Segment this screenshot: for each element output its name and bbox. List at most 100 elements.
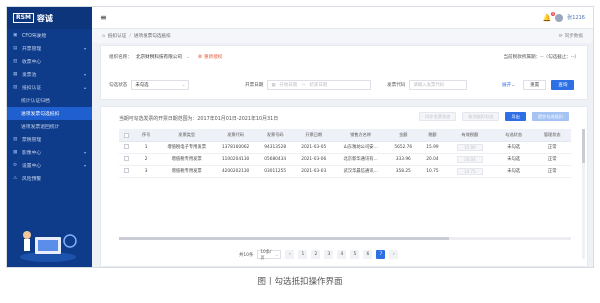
- cell-code: 4200202130: [214, 165, 257, 178]
- invoice-table: 序号 发票类型 发票代码 发票号码 开票日期 销售方名称 金额 税额 有效税额 …: [119, 129, 571, 178]
- row-checkbox[interactable]: [119, 141, 134, 154]
- cell-type: 增值税电子专用发票: [158, 141, 215, 154]
- sidebar-subitem-archive[interactable]: 统计认证归档: [7, 94, 92, 107]
- effective-tax-input[interactable]: 20.04: [456, 155, 483, 163]
- sync-data-label: 同步数据: [564, 34, 583, 39]
- code-filter: 发票代码 请输入发票代码: [387, 80, 468, 90]
- tax-icon: ▨: [13, 137, 18, 142]
- table-row[interactable]: 2 增值税专用发票 1100204130 05680434 2021-03-06…: [119, 153, 571, 166]
- logo-mark: RSM: [13, 13, 34, 23]
- certify-icon: ▧: [13, 85, 18, 90]
- cell-number: 03011255: [256, 165, 294, 178]
- invoice-code-input[interactable]: 请输入发票代码: [409, 80, 468, 90]
- column-header: 销售方名称: [333, 129, 388, 142]
- sync-status-button[interactable]: 同步发票状态: [419, 112, 457, 121]
- column-header: 有效税额: [445, 129, 494, 142]
- next-page-button[interactable]: ›: [389, 250, 399, 259]
- cell-select-status: 未勾选: [493, 153, 534, 166]
- checkbox[interactable]: [123, 144, 129, 149]
- effective-tax-input[interactable]: 10.75: [456, 167, 483, 175]
- cell-number: 05680434: [256, 153, 294, 166]
- cell-effective-tax[interactable]: 10.75: [445, 165, 494, 178]
- cell-number: 94313528: [256, 141, 294, 154]
- page-button[interactable]: 5: [350, 250, 360, 259]
- row-checkbox[interactable]: [119, 165, 134, 178]
- sidebar-item-cfo[interactable]: ▣ CFO驾驶舱: [7, 29, 92, 42]
- prev-page-button[interactable]: ‹: [285, 250, 295, 259]
- checkbox[interactable]: [123, 168, 129, 173]
- column-header: 发票代码: [214, 129, 257, 142]
- sidebar-item-label: 风险预警: [22, 177, 42, 182]
- org-select[interactable]: 北京财税科技有限公司 ⌄: [136, 54, 190, 60]
- home-icon[interactable]: ⌂: [102, 34, 105, 39]
- export-button[interactable]: 导出: [505, 112, 526, 121]
- sidebar-item-label: 收票中心: [22, 60, 42, 65]
- app-window: RSM 容诚 ▣ CFO驾驶舱 ▤ 开票管理 ▾ ▥ 收票中心 ▦ 发票池 ▾: [6, 6, 594, 268]
- scrollbar-thumb[interactable]: [582, 129, 585, 163]
- page-button[interactable]: 6: [363, 250, 373, 259]
- table-row[interactable]: 3 增值税专用发票 4200202130 03011255 2021-03-03…: [119, 165, 571, 178]
- avatar[interactable]: [555, 13, 564, 22]
- reauthorize-link[interactable]: ⊗ 重新授权: [198, 54, 223, 60]
- sidebar-item-label: 票税管理: [22, 138, 42, 143]
- sidebar: RSM 容诚 ▣ CFO驾驶舱 ▤ 开票管理 ▾ ▥ 收票中心 ▦ 发票池 ▾: [7, 7, 92, 267]
- topbar: ≡ 🔔 5 张1216: [92, 7, 593, 29]
- cell-select-status: 未勾选: [493, 141, 534, 154]
- user-name[interactable]: 张1216: [567, 14, 585, 21]
- cell-manage-status: 正常: [533, 153, 571, 166]
- checkbox[interactable]: [123, 132, 129, 138]
- sidebar-item-settings[interactable]: ⚙ 设置中心 ▾: [7, 159, 92, 172]
- date-range-input[interactable]: ▦ 开始日期 ～ 结束日期: [267, 80, 372, 90]
- cancel-deduction-button[interactable]: 取消抵扣勾选: [462, 112, 500, 121]
- sidebar-subitem-return-stats[interactable]: 进项发票退回统计: [7, 120, 92, 133]
- sidebar-item-receiving[interactable]: ▥ 收票中心: [7, 55, 92, 68]
- horizontal-scrollbar[interactable]: [119, 237, 571, 240]
- chevron-down-icon: ⌄: [274, 252, 279, 257]
- sidebar-item-invoice-pool[interactable]: ▦ 发票池 ▾: [7, 68, 92, 81]
- cell-select-status: 未勾选: [493, 165, 534, 178]
- notification-bell-icon[interactable]: 🔔 5: [543, 11, 556, 22]
- page-button[interactable]: 1: [298, 250, 308, 259]
- cell-amount: 358.25: [387, 165, 419, 178]
- cell-index: 1: [133, 141, 159, 154]
- page-button[interactable]: 3: [324, 250, 334, 259]
- page-button-active[interactable]: 7: [376, 250, 386, 259]
- sidebar-item-image[interactable]: ▩ 影像中心 ▾: [7, 146, 92, 159]
- cell-code: 1100204130: [214, 153, 257, 166]
- cell-effective-tax[interactable]: 15.99: [445, 141, 494, 154]
- code-label: 发票代码: [387, 83, 406, 88]
- table-row[interactable]: 1 增值税电子专用发票 1378160062 94313528 2021-03-…: [119, 141, 571, 154]
- sidebar-item-risk[interactable]: ⚠ 风险预警: [7, 172, 92, 185]
- reset-button[interactable]: 重置: [523, 80, 547, 90]
- vertical-scrollbar[interactable]: [582, 129, 585, 259]
- sidebar-item-tax[interactable]: ▨ 票税管理: [7, 133, 92, 146]
- sidebar-item-invoicing[interactable]: ▤ 开票管理 ▾: [7, 42, 92, 55]
- pool-icon: ▦: [13, 72, 18, 77]
- status-select[interactable]: 未勾选 ⌄: [131, 80, 190, 90]
- checkbox[interactable]: [123, 156, 129, 161]
- inbox-icon: ▥: [13, 59, 18, 64]
- date-end-placeholder: 结束日期: [309, 83, 328, 88]
- select-all-checkbox[interactable]: [119, 129, 134, 142]
- submit-deduction-button[interactable]: 提交勾选抵扣: [531, 112, 569, 121]
- sidebar-item-deduction[interactable]: ▧ 抵扣认证 ▴: [7, 81, 92, 94]
- sidebar-subitem-deduction-select[interactable]: 进项发票勾选抵扣: [7, 107, 92, 120]
- sidebar-subitem-label: 进项发票勾选抵扣: [21, 112, 60, 117]
- cell-effective-tax[interactable]: 20.04: [445, 153, 494, 166]
- row-checkbox[interactable]: [119, 153, 134, 166]
- scrollbar-thumb[interactable]: [119, 237, 449, 240]
- breadcrumb-separator: /: [129, 33, 131, 39]
- search-button[interactable]: 查询: [551, 80, 575, 90]
- column-header: 序号: [133, 129, 159, 142]
- cell-index: 3: [133, 165, 159, 178]
- menu-toggle-icon[interactable]: ≡: [100, 13, 107, 22]
- org-label: 组织名称：: [109, 55, 132, 60]
- page-button[interactable]: 4: [337, 250, 347, 259]
- expand-button[interactable]: 展开 ⌄: [499, 80, 518, 90]
- cell-amount: 333.96: [387, 153, 419, 166]
- page-size-select[interactable]: 10条/页 ⌄: [257, 249, 282, 260]
- effective-tax-input[interactable]: 15.99: [456, 143, 483, 151]
- page-button[interactable]: 2: [311, 250, 321, 259]
- sync-data-button[interactable]: ⟳ 同步数据: [559, 33, 583, 40]
- breadcrumb-item[interactable]: 抵扣认证: [108, 33, 126, 39]
